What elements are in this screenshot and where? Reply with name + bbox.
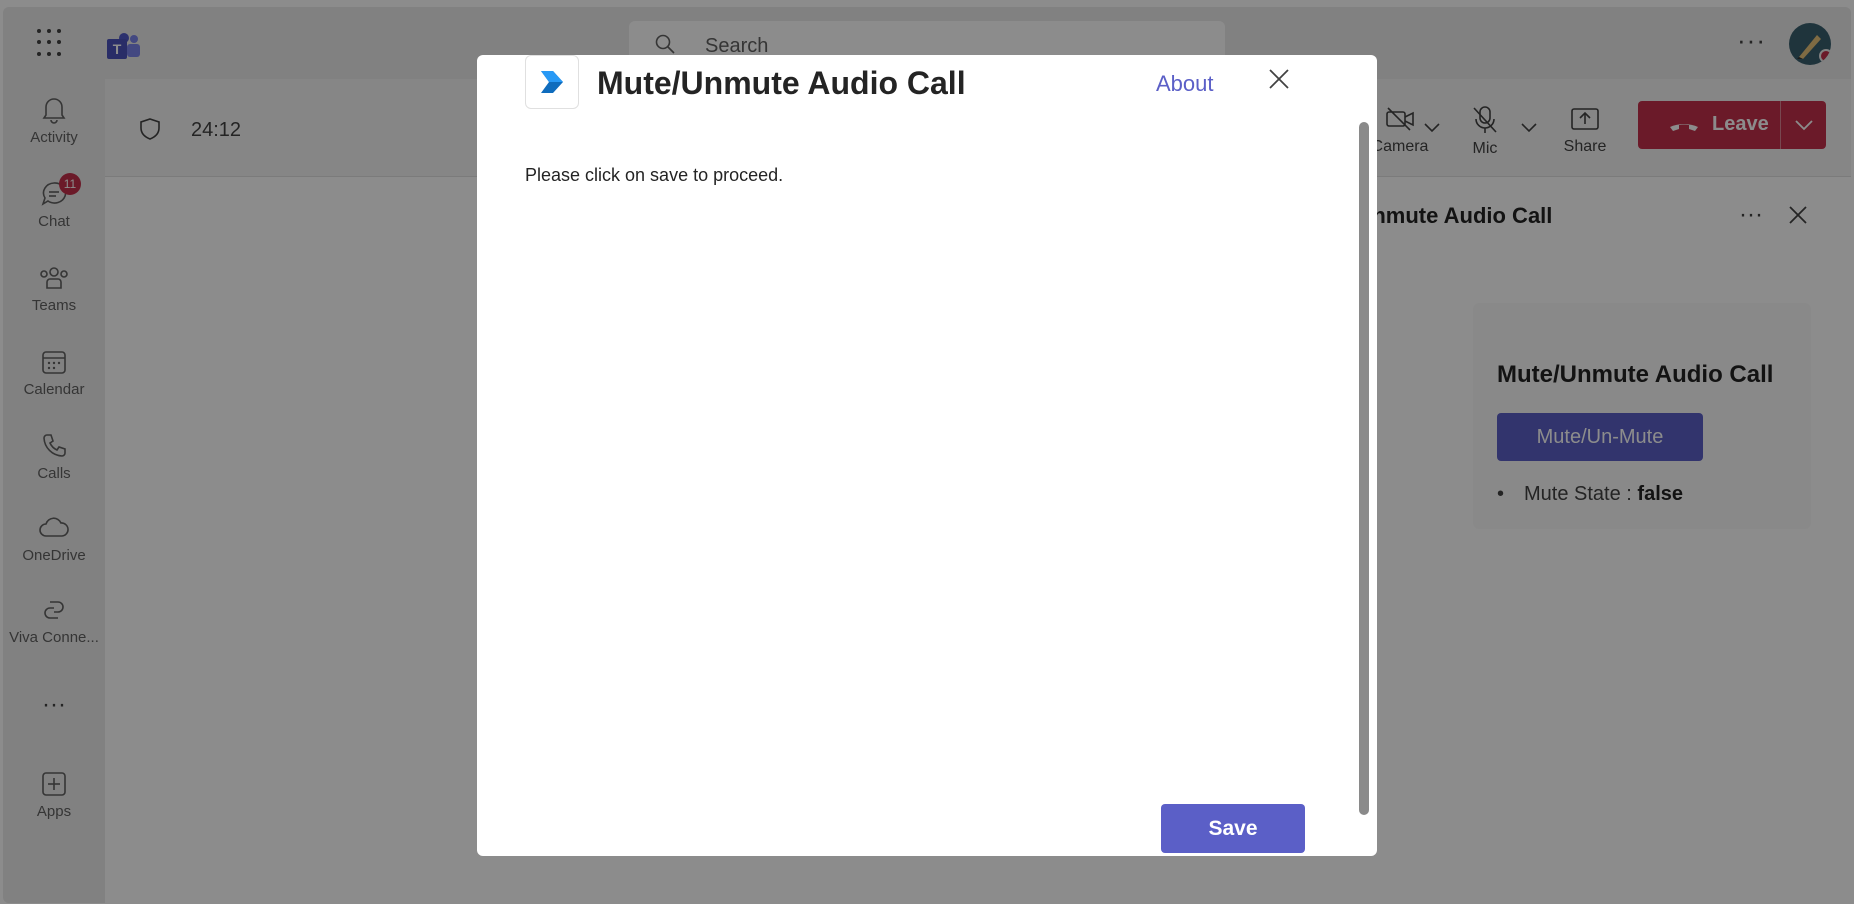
app-logo-icon (525, 55, 579, 109)
close-icon[interactable] (1268, 68, 1290, 90)
dialog-title: Mute/Unmute Audio Call (597, 65, 966, 101)
save-button[interactable]: Save (1161, 804, 1305, 853)
app-logo-shape-icon (541, 71, 563, 93)
about-link[interactable]: About (1156, 71, 1214, 97)
dialog-message: Please click on save to proceed. (525, 165, 784, 185)
scrollbar[interactable] (1359, 122, 1369, 815)
task-module-dialog: Mute/Unmute Audio Call About Please clic… (477, 55, 1377, 856)
